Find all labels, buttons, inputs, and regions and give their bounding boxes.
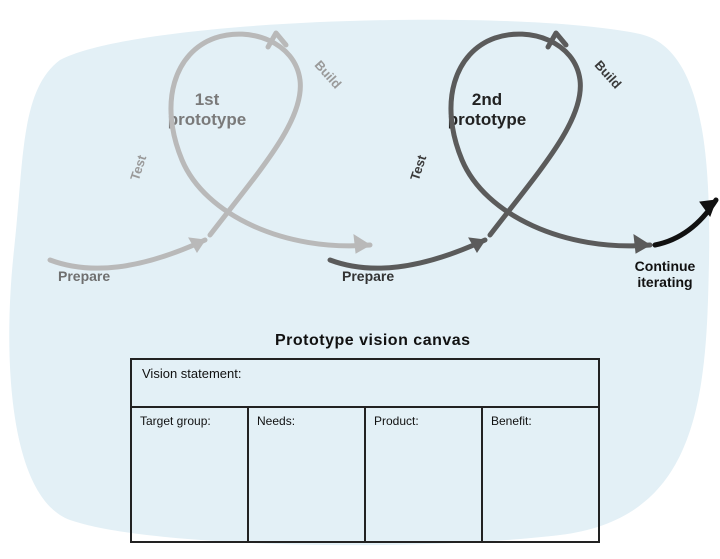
col-needs-label: Needs: [257,414,295,428]
col-product: Product: [366,408,483,541]
diagram-root: 1st prototype Build Test Prepare 2nd pro… [0,0,720,559]
prototype-vision-canvas: Vision statement: Target group: Needs: P… [130,358,600,543]
cycle-1-arrows [50,33,370,268]
col-target-group: Target group: [132,408,249,541]
vision-statement-row: Vision statement: [132,360,598,408]
col-needs: Needs: [249,408,366,541]
cycle-2-arrows [330,33,650,268]
col-target-group-label: Target group: [140,414,211,428]
vision-statement-label: Vision statement: [142,366,241,381]
col-product-label: Product: [374,414,419,428]
continue-arrow [655,200,716,245]
canvas-columns: Target group: Needs: Product: Benefit: [132,408,598,541]
col-benefit-label: Benefit: [491,414,532,428]
col-benefit: Benefit: [483,408,598,541]
